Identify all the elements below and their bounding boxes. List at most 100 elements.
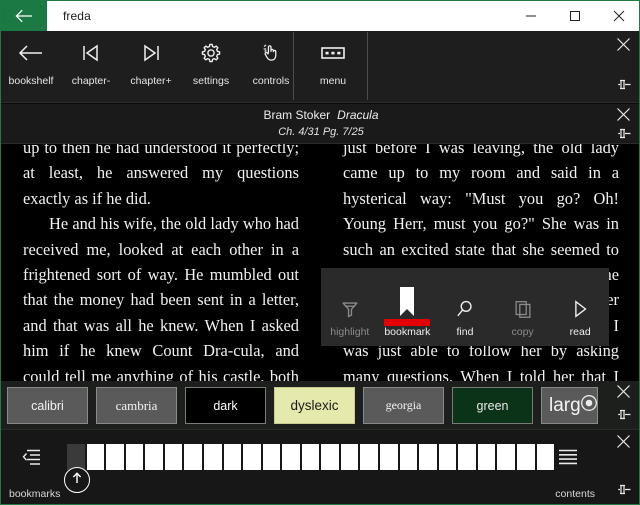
- selection-context-menu: highlight bookmark find copy read: [321, 268, 609, 346]
- font-button-georgia[interactable]: georgia: [363, 387, 444, 424]
- bookmark-icon: [394, 276, 420, 322]
- pin-icon: [615, 126, 632, 146]
- font-button-dyslexic[interactable]: dyslexic: [274, 387, 355, 424]
- progress-segment[interactable]: [164, 444, 183, 470]
- toolbar-item-chapter-next[interactable]: chapter+: [121, 31, 181, 103]
- toolbar-label-chapter-next: chapter+: [130, 75, 172, 87]
- bottom-bar-close-button[interactable]: [611, 432, 635, 456]
- close-button[interactable]: [597, 1, 639, 31]
- context-label-read: read: [569, 325, 591, 338]
- context-selection-indicator: [384, 319, 431, 326]
- context-label-copy: copy: [511, 325, 534, 338]
- context-item-read[interactable]: read: [551, 268, 609, 346]
- theme-button-dark[interactable]: dark: [185, 387, 266, 424]
- paragraph: up to then he had understood it perfectl…: [23, 144, 299, 208]
- book-position: Ch. 4/31 Pg. 7/25: [278, 126, 364, 138]
- toolbar-item-chapter-prev[interactable]: chapter-: [61, 31, 121, 103]
- font-theme-button-track: calibri cambria dark dyslexic georgia gr…: [7, 387, 598, 424]
- close-icon: [616, 37, 631, 57]
- contents-button[interactable]: [555, 446, 581, 472]
- progress-segment[interactable]: [380, 444, 398, 470]
- progress-segment[interactable]: [360, 444, 378, 470]
- progress-segment[interactable]: [340, 444, 359, 470]
- close-icon: [616, 384, 631, 404]
- context-item-bookmark[interactable]: bookmark: [378, 268, 437, 346]
- progress-segment[interactable]: [125, 444, 144, 470]
- window-back-button[interactable]: [1, 1, 47, 31]
- pin-icon: [615, 77, 632, 97]
- progress-segment[interactable]: [282, 444, 300, 470]
- book-title: Dracula: [337, 108, 379, 122]
- toolbar-menu-group: menu: [303, 31, 363, 103]
- progress-segment[interactable]: [419, 444, 437, 470]
- close-icon: [613, 10, 625, 22]
- bookmarks-list-icon: [21, 447, 43, 472]
- progress-segment[interactable]: [438, 444, 457, 470]
- toolbar-item-menu[interactable]: menu: [303, 31, 363, 103]
- maximize-button[interactable]: [553, 1, 597, 31]
- font-button-cambria[interactable]: cambria: [96, 387, 177, 424]
- progress-segment[interactable]: [86, 444, 105, 470]
- back-arrow-icon: [15, 9, 33, 23]
- toolbar-item-settings[interactable]: settings: [181, 31, 241, 103]
- context-label-bookmark: bookmark: [384, 325, 431, 338]
- progress-segment[interactable]: [106, 444, 124, 470]
- up-arrow-icon: [70, 471, 84, 490]
- reader-toolbar: bookshelf chapter- chapter+ settings con…: [1, 31, 639, 103]
- book-author: Bram Stoker: [263, 108, 331, 122]
- progress-segment[interactable]: [262, 444, 281, 470]
- minimize-icon: [525, 10, 537, 22]
- toolbar-label-bookshelf: bookshelf: [8, 75, 54, 87]
- progress-segment[interactable]: [223, 444, 242, 470]
- bottom-bar-pin-button[interactable]: [611, 480, 635, 504]
- toolbar-divider-1: [293, 32, 294, 100]
- window-controls: [509, 1, 639, 31]
- current-position-marker[interactable]: [64, 467, 90, 493]
- book-header: Bram Stoker Dracula Ch. 4/31 Pg. 7/25: [1, 104, 639, 146]
- toolbar-label-settings: settings: [192, 75, 230, 87]
- minimize-button[interactable]: [509, 1, 553, 31]
- copy-icon: [512, 276, 534, 322]
- progress-segment[interactable]: [399, 444, 418, 470]
- font-bar-radio-button[interactable]: [579, 394, 599, 415]
- title-bar: freda: [1, 1, 639, 31]
- progress-segment[interactable]: [516, 444, 535, 470]
- progress-segment[interactable]: [184, 444, 202, 470]
- bookmarks-button[interactable]: [19, 446, 45, 472]
- page-left[interactable]: up to then he had understood it perfectl…: [1, 144, 321, 381]
- font-bar-pin-button[interactable]: [611, 405, 635, 429]
- progress-segment[interactable]: [536, 444, 555, 470]
- context-item-find[interactable]: find: [436, 268, 494, 346]
- search-icon: [454, 276, 476, 322]
- toolbar-item-bookshelf[interactable]: bookshelf: [1, 31, 61, 103]
- font-button-calibri[interactable]: calibri: [7, 387, 88, 424]
- toolbar-close-button[interactable]: [611, 35, 635, 59]
- pin-icon: [615, 407, 632, 427]
- toolbar-item-controls[interactable]: controls: [241, 31, 301, 103]
- progress-segment[interactable]: [145, 444, 163, 470]
- context-item-copy[interactable]: copy: [494, 268, 552, 346]
- contents-label: contents: [555, 488, 595, 500]
- progress-segment[interactable]: [497, 444, 515, 470]
- toolbar-pin-button[interactable]: [611, 75, 635, 99]
- toolbar-label-controls: controls: [252, 75, 290, 87]
- paragraph: He and his wife, the old lady who had re…: [23, 214, 299, 381]
- progress-segment[interactable]: [321, 444, 339, 470]
- context-label-find: find: [456, 325, 474, 338]
- previous-chapter-icon: [80, 31, 102, 75]
- toolbar-main-group: bookshelf chapter- chapter+ settings con…: [1, 31, 301, 103]
- progress-segment[interactable]: [203, 444, 222, 470]
- theme-button-green[interactable]: green: [452, 387, 533, 424]
- toolbar-divider-2: [367, 32, 368, 100]
- freda-reader-window: freda bookshelf chapter- chapter+ settin…: [0, 0, 640, 505]
- next-chapter-icon: [140, 31, 162, 75]
- progress-segment[interactable]: [458, 444, 476, 470]
- font-theme-bar: calibri cambria dark dyslexic georgia gr…: [1, 381, 639, 430]
- bookmarks-label: bookmarks: [9, 488, 61, 500]
- progress-segment[interactable]: [301, 444, 320, 470]
- chapter-progress-bar[interactable]: [67, 444, 555, 470]
- context-item-highlight[interactable]: highlight: [321, 268, 379, 346]
- progress-segment[interactable]: [477, 444, 496, 470]
- progress-segment[interactable]: [243, 444, 261, 470]
- font-bar-close-button[interactable]: [611, 382, 635, 406]
